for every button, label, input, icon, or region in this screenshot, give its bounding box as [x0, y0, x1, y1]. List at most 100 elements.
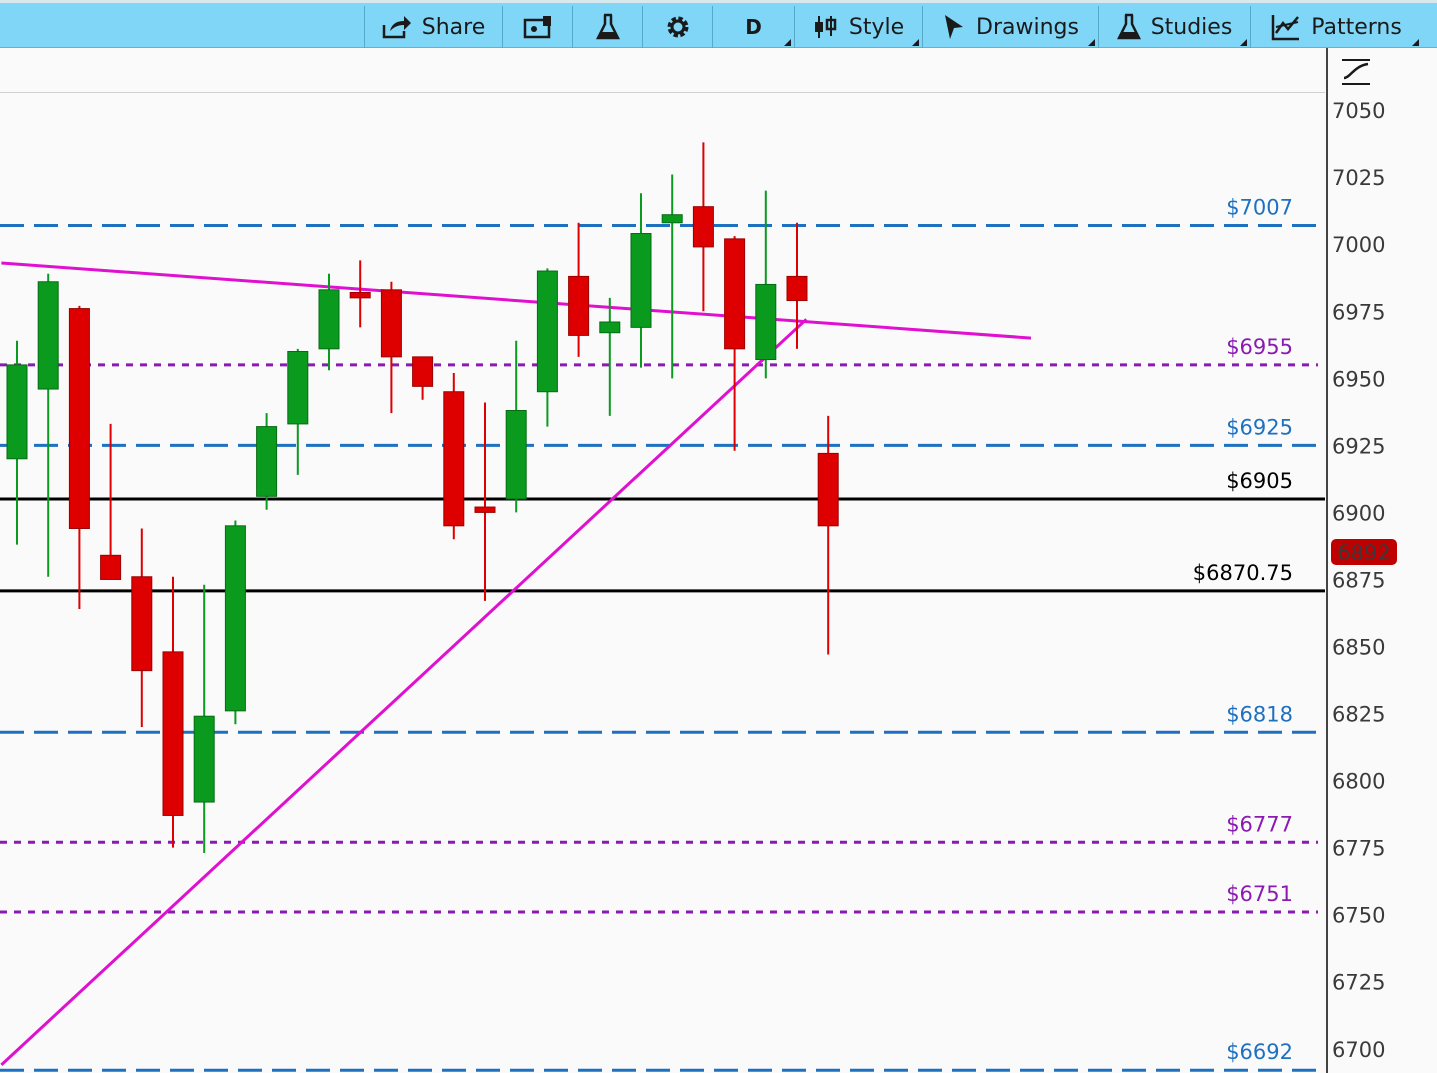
- level-label: $7007: [1226, 195, 1293, 219]
- level-label: $6692: [1226, 1040, 1293, 1064]
- interval-button[interactable]: D: [712, 6, 794, 48]
- level-label: $6905: [1226, 469, 1293, 493]
- camera-icon: [523, 16, 551, 39]
- y-tick-label: 6700: [1332, 1038, 1385, 1062]
- trendline: [0, 318, 808, 1066]
- level-label: $6751: [1226, 882, 1293, 906]
- candle-body: [224, 525, 246, 712]
- candle: [661, 174, 683, 379]
- candle-body: [318, 289, 340, 350]
- share-button[interactable]: Share: [364, 6, 502, 48]
- dropdown-corner-icon: [1240, 39, 1247, 46]
- style-button[interactable]: Style: [794, 6, 922, 48]
- snapshot-button[interactable]: [502, 6, 572, 48]
- y-tick-label: 7050: [1332, 99, 1385, 123]
- candle-body: [630, 232, 652, 328]
- patterns-icon: [1271, 15, 1300, 41]
- candle: [505, 340, 527, 513]
- candle-body: [724, 238, 746, 350]
- candle-body: [568, 275, 590, 336]
- dropdown-corner-icon: [784, 39, 791, 46]
- y-tick-label: 6925: [1332, 434, 1385, 458]
- candle: [630, 193, 652, 368]
- drawings-label: Drawings: [976, 14, 1079, 40]
- candle: [599, 297, 621, 416]
- level-label: $6870.75: [1193, 561, 1293, 585]
- candle: [256, 413, 278, 510]
- candle-body: [474, 506, 496, 513]
- drawings-button[interactable]: Drawings: [922, 6, 1098, 48]
- candle-body: [661, 214, 683, 224]
- candle: [37, 273, 59, 577]
- price-chart[interactable]: 6700 6725 6750 6775 6800 6825 6850 6875 6900 6925…: [0, 92, 1437, 1073]
- y-tick-label: 6975: [1332, 300, 1385, 324]
- share-icon: [382, 16, 411, 39]
- y-tick-label: 6875: [1332, 568, 1385, 592]
- candle: [786, 222, 808, 349]
- level-label: $6818: [1226, 702, 1293, 726]
- candle: [68, 305, 90, 609]
- current-price-label: 6892: [1337, 541, 1390, 565]
- candlestick-icon: [814, 16, 837, 38]
- chart-header-bar: [0, 48, 1325, 93]
- dropdown-corner-icon: [1088, 39, 1095, 46]
- chart-scale-icon[interactable]: [1340, 56, 1372, 88]
- candle: [536, 268, 558, 427]
- candle-body: [68, 308, 90, 529]
- candle: [568, 222, 590, 357]
- y-tick-label: 6775: [1332, 837, 1385, 861]
- dropdown-corner-icon: [1412, 39, 1419, 46]
- candle: [724, 236, 746, 451]
- candle-body: [256, 426, 278, 497]
- y-tick-label: 6800: [1332, 770, 1385, 794]
- candle: [755, 190, 777, 379]
- y-tick-label: 7000: [1332, 233, 1385, 257]
- candle: [224, 520, 246, 725]
- studies-label: Studies: [1150, 14, 1233, 40]
- candle-body: [287, 350, 309, 425]
- level-label: $6925: [1226, 415, 1293, 439]
- candle: [817, 415, 839, 655]
- interval-label: D: [745, 15, 762, 39]
- settings-button[interactable]: [642, 6, 712, 48]
- y-tick-label: 6950: [1332, 367, 1385, 391]
- candle-body: [599, 321, 621, 334]
- candle-body: [505, 409, 527, 500]
- candle-body: [692, 206, 714, 248]
- candle-body: [193, 715, 215, 803]
- candle-body: [349, 291, 371, 299]
- candle: [6, 340, 28, 545]
- candle: [131, 528, 153, 727]
- y-tick-label: 6900: [1332, 501, 1385, 525]
- level-label: $6955: [1226, 335, 1293, 359]
- trendline: [1, 261, 1032, 340]
- level-label: $6777: [1226, 812, 1293, 836]
- gear-icon: [667, 16, 688, 38]
- candle: [474, 402, 496, 601]
- candle: [162, 576, 184, 848]
- candle-body: [786, 275, 808, 302]
- dropdown-corner-icon: [912, 39, 919, 46]
- share-label: Share: [421, 14, 486, 40]
- candle-body: [412, 356, 434, 387]
- y-tick-label: 6725: [1332, 971, 1385, 995]
- candle: [100, 423, 122, 580]
- candle-body: [755, 283, 777, 361]
- flask-icon: [1116, 13, 1141, 40]
- y-tick-label: 6825: [1332, 703, 1385, 727]
- candle-body: [536, 270, 558, 393]
- patterns-label: Patterns: [1311, 14, 1402, 40]
- candle-body: [380, 289, 402, 358]
- y-tick-label: 6750: [1332, 904, 1385, 928]
- y-tick-label: 6850: [1332, 635, 1385, 659]
- candle-body: [443, 391, 465, 527]
- candle: [193, 584, 215, 853]
- candle: [287, 348, 309, 475]
- candle-body: [131, 576, 153, 672]
- candle: [412, 356, 434, 400]
- style-label: Style: [848, 14, 905, 40]
- candle: [349, 260, 371, 328]
- flask-button[interactable]: [572, 6, 642, 48]
- studies-button[interactable]: Studies: [1098, 6, 1250, 48]
- patterns-button[interactable]: Patterns: [1250, 6, 1422, 48]
